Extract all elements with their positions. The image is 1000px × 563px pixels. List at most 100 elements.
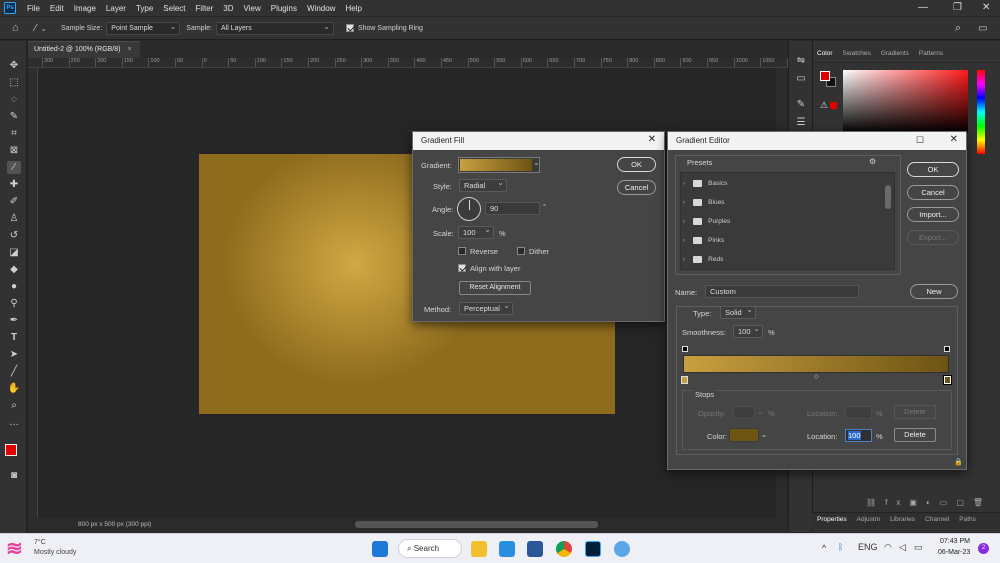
panel-foreground-color[interactable] <box>820 71 830 81</box>
presets-gear-icon[interactable]: ⚙ <box>869 157 876 166</box>
eyedropper-tool-icon[interactable]: ⁄ <box>35 23 37 34</box>
notepad-icon[interactable] <box>499 541 515 557</box>
wifi-icon[interactable]: ◠ <box>884 542 892 553</box>
gradient-preview-swatch[interactable] <box>460 159 532 171</box>
battery-icon[interactable]: ▭ <box>914 542 923 553</box>
line-tool-icon[interactable]: ╱ <box>7 365 21 378</box>
quick-mask-icon[interactable]: ◙ <box>7 469 21 482</box>
dodge-tool-icon[interactable]: ⚲ <box>7 297 21 310</box>
gradient-dropdown-chevron-icon[interactable]: ⌄ <box>533 158 540 167</box>
presets-scrollbar[interactable] <box>884 173 893 269</box>
sample-select[interactable]: All Layers <box>215 21 334 35</box>
more-tools-icon[interactable]: … <box>7 416 21 429</box>
weather-temperature[interactable]: 7°C <box>34 539 46 546</box>
clone-stamp-tool-icon[interactable]: ♙ <box>7 212 21 225</box>
foreground-color-swatch[interactable] <box>5 444 17 456</box>
pen-tool-icon[interactable]: ✒ <box>7 314 21 327</box>
type-tool-icon[interactable]: T <box>7 331 21 344</box>
globe-app-icon[interactable] <box>614 541 630 557</box>
workspace-icon[interactable]: ▭ <box>978 23 987 34</box>
weather-text[interactable]: Mostly cloudy <box>34 549 76 556</box>
file-explorer-icon[interactable] <box>471 541 487 557</box>
preset-folder-basics[interactable]: › Basics <box>683 175 727 191</box>
stop-color-swatch[interactable] <box>729 428 759 442</box>
history-panel-icon[interactable]: ⇋ <box>794 55 808 66</box>
brush-panel-icon[interactable]: ✎ <box>794 99 808 110</box>
menu-window[interactable]: Window <box>302 4 340 13</box>
sample-size-select[interactable]: Point Sample <box>106 21 181 35</box>
smoothness-input[interactable]: 100 <box>733 324 763 338</box>
horizontal-scrollbar-thumb[interactable] <box>355 521 598 528</box>
reset-alignment-button[interactable]: Reset Alignment <box>459 281 531 295</box>
color-stop-delete-button[interactable]: Delete <box>894 428 936 442</box>
comments-panel-icon[interactable]: ▭ <box>794 73 808 84</box>
tray-chevron-icon[interactable]: ^ <box>822 543 826 553</box>
close-window-button[interactable]: ✕ <box>982 2 990 13</box>
history-brush-tool-icon[interactable]: ↺ <box>7 229 21 242</box>
word-icon[interactable] <box>527 541 543 557</box>
home-icon[interactable]: ⌂ <box>12 22 19 34</box>
gradient-fill-close-button[interactable]: ✕ <box>648 134 656 145</box>
tab-channels[interactable]: Channel <box>920 513 954 529</box>
preset-folder-pinks[interactable]: › Pinks <box>683 232 724 248</box>
gradient-fill-ok-button[interactable]: OK <box>617 157 656 172</box>
gradient-editor-ok-button[interactable]: OK <box>907 162 959 177</box>
quick-select-tool-icon[interactable]: ✎ <box>7 110 21 123</box>
crop-tool-icon[interactable]: ⌗ <box>7 127 21 140</box>
tab-paths[interactable]: Paths <box>954 513 981 529</box>
eraser-tool-icon[interactable]: ◪ <box>7 246 21 259</box>
dither-checkbox[interactable] <box>517 247 525 255</box>
restore-button[interactable]: ❐ <box>953 2 962 13</box>
tab-gradients[interactable]: Gradients <box>876 47 914 62</box>
tab-patterns[interactable]: Patterns <box>914 47 948 62</box>
show-sampling-ring-checkbox[interactable] <box>345 24 354 32</box>
paint-bucket-tool-icon[interactable]: ◆ <box>7 263 21 276</box>
eyedropper-tool-icon[interactable]: ⁄ <box>7 161 21 174</box>
tab-libraries[interactable]: Libraries <box>885 513 920 529</box>
color-picker-field[interactable] <box>843 70 968 133</box>
menu-filter[interactable]: Filter <box>191 4 219 13</box>
angle-input[interactable]: 90 <box>485 202 540 215</box>
language-icon[interactable]: ENG <box>858 542 878 552</box>
menu-select[interactable]: Select <box>158 4 190 13</box>
tab-adjustments[interactable]: Adjustm <box>852 513 885 529</box>
menu-edit[interactable]: Edit <box>45 4 69 13</box>
taskbar-search[interactable]: ⌕ Search <box>398 539 462 558</box>
path-selection-tool-icon[interactable]: ➤ <box>7 348 21 361</box>
document-tab-close-icon[interactable]: × <box>127 46 131 53</box>
bluetooth-icon[interactable]: ᛒ <box>838 542 843 552</box>
menu-layer[interactable]: Layer <box>101 4 131 13</box>
photoshop-taskbar-icon[interactable] <box>585 541 601 557</box>
start-button-icon[interactable] <box>372 541 388 557</box>
move-tool-icon[interactable]: ✥ <box>7 59 21 72</box>
brush-tool-icon[interactable]: ✐ <box>7 195 21 208</box>
menu-plugins[interactable]: Plugins <box>266 4 302 13</box>
color-stop-right-selected[interactable] <box>943 375 952 385</box>
menu-3d[interactable]: 3D <box>218 4 238 13</box>
gradient-fill-cancel-button[interactable]: Cancel <box>617 180 656 195</box>
menu-file[interactable]: File <box>22 4 45 13</box>
preset-folder-reds[interactable]: › Reds <box>683 251 723 267</box>
name-input[interactable]: Custom <box>705 285 859 298</box>
clock-date[interactable]: 06-Mar-23 <box>938 549 970 556</box>
marquee-tool-icon[interactable]: ⬚ <box>7 76 21 89</box>
frame-tool-icon[interactable]: ⊠ <box>7 144 21 157</box>
midpoint-diamond-icon[interactable]: ◇ <box>814 373 819 380</box>
preset-folder-purples[interactable]: › Purples <box>683 213 730 229</box>
color-stop-left[interactable] <box>681 376 688 384</box>
reverse-checkbox[interactable] <box>458 247 466 255</box>
adjustments-panel-icon[interactable]: ☰ <box>794 117 808 128</box>
lasso-tool-icon[interactable]: ◌ <box>7 93 21 106</box>
preset-folder-blues[interactable]: › Blues <box>683 194 724 210</box>
document-tab[interactable]: Untitled-2 @ 100% (RGB/8) × <box>28 41 140 58</box>
stop-color-chevron-icon[interactable]: ⌄ <box>761 430 767 439</box>
tab-swatches[interactable]: Swatches <box>838 47 876 62</box>
new-gradient-button[interactable]: New <box>910 284 958 299</box>
layers-footer-icons[interactable]: ⛓fx▣◐▭▢🗑 <box>866 498 992 507</box>
type-select[interactable]: Solid <box>720 305 756 319</box>
minimize-button[interactable]: — <box>918 2 928 13</box>
scale-input[interactable]: 100 <box>458 225 494 239</box>
clock-time[interactable]: 07:43 PM <box>940 538 970 545</box>
hue-slider[interactable] <box>977 70 985 154</box>
style-select[interactable]: Radial <box>459 178 507 192</box>
